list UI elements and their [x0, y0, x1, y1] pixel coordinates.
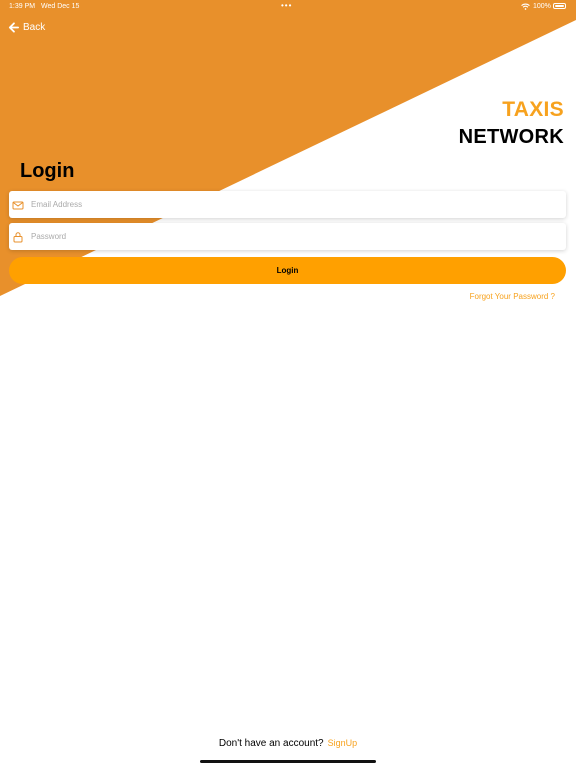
status-time: 1:39 PM [9, 3, 36, 10]
battery-percentage: 100% [533, 3, 551, 10]
email-field[interactable] [9, 190, 566, 219]
brand-line-taxis: TAXIS [502, 98, 564, 121]
home-indicator[interactable] [200, 760, 376, 763]
background-shape [0, 0, 576, 296]
lock-icon [13, 231, 23, 242]
battery-icon [553, 3, 566, 9]
signup-prompt-text: Don't have an account? [218, 738, 324, 749]
wifi-icon [521, 3, 530, 10]
signup-prompt: Don't have an account? SignUp [0, 738, 576, 749]
signup-link[interactable]: SignUp [328, 738, 358, 748]
forgot-password-link[interactable]: Forgot Your Password ? [470, 292, 555, 301]
brand-logo: TAXIS NETWORK [459, 98, 564, 149]
page-title: Login [20, 160, 75, 182]
envelope-icon [12, 201, 24, 209]
password-field[interactable] [9, 222, 566, 251]
back-button-label: Back [23, 21, 46, 33]
status-bar: 1:39 PM Wed Dec 15 ••• 100% [0, 0, 576, 14]
login-button[interactable]: Login [9, 257, 566, 284]
status-date: Wed Dec 15 [41, 3, 80, 10]
password-input[interactable] [29, 222, 566, 251]
brand-line-network: NETWORK [458, 126, 564, 148]
arrow-left-icon [8, 21, 19, 33]
back-button[interactable]: Back [8, 19, 45, 35]
multitasking-dots[interactable]: ••• [281, 1, 292, 10]
email-input[interactable] [29, 190, 566, 219]
